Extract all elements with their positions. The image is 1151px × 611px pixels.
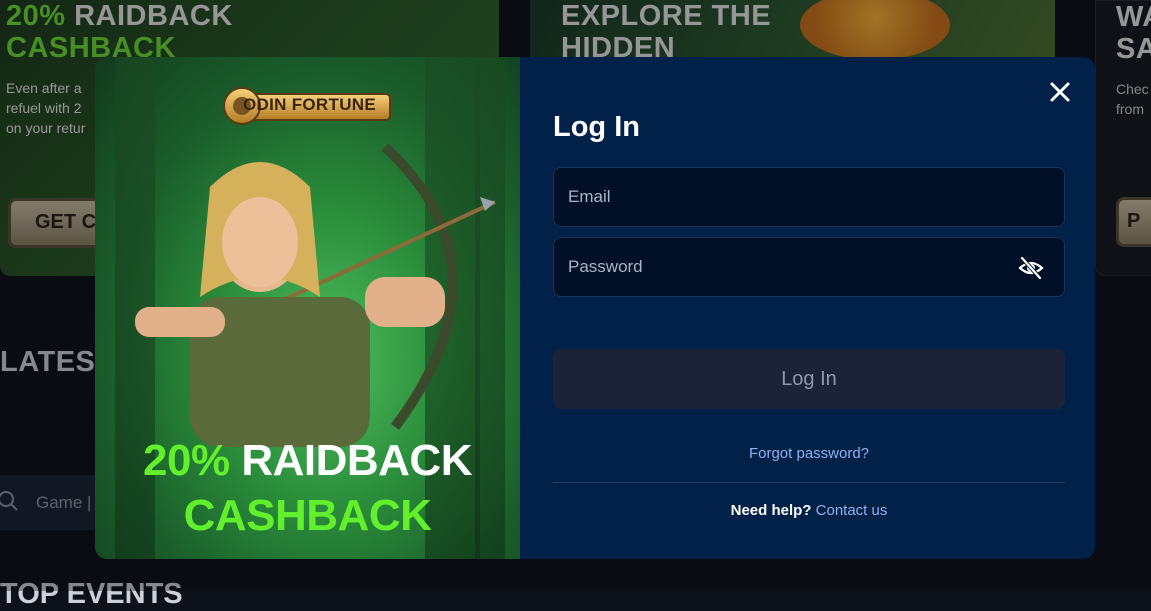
eye-off-icon[interactable] <box>1018 255 1044 281</box>
logo-text: ODIN FORTUNE <box>243 95 376 115</box>
help-text: Need help? <box>731 502 812 519</box>
promo-headline-word: RAIDBACK <box>241 436 472 485</box>
promo-banner: ODIN FORTUNE 20% RAIDBACK CASHBACK <box>95 57 520 559</box>
promo-headline-line2: CASHBACK <box>95 488 520 544</box>
login-panel: Log In Log In Forgot password? Need help… <box>520 57 1095 559</box>
promo-headline-percent: 20% <box>143 436 230 485</box>
login-modal: ODIN FORTUNE 20% RAIDBACK CASHBACK Log I… <box>95 57 1095 559</box>
email-input[interactable] <box>554 168 1064 226</box>
help-row: Need help? Contact us <box>553 502 1065 519</box>
contact-us-link[interactable]: Contact us <box>816 502 888 519</box>
promo-headline-line1: 20% RAIDBACK <box>95 433 520 489</box>
divider <box>553 482 1065 483</box>
email-field[interactable] <box>553 167 1065 227</box>
password-input[interactable] <box>554 238 1064 296</box>
login-submit-button[interactable]: Log In <box>553 349 1065 409</box>
password-field[interactable] <box>553 237 1065 297</box>
close-icon[interactable] <box>1047 79 1073 105</box>
forgot-password-link[interactable]: Forgot password? <box>553 445 1065 462</box>
archer-illustration <box>95 127 520 447</box>
login-title: Log In <box>553 111 640 144</box>
